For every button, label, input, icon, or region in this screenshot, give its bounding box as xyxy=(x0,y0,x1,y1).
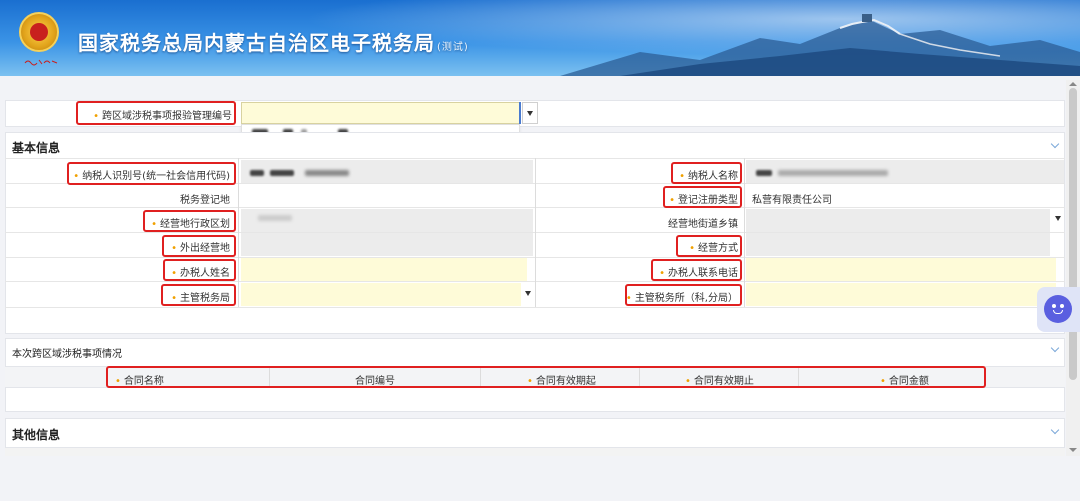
registration-number-highlight xyxy=(76,101,236,125)
site-subtitle: (测试) xyxy=(437,42,469,53)
emblem-signature xyxy=(24,58,58,66)
taxpayer-id-redacted xyxy=(250,170,264,176)
registration-number-input[interactable] xyxy=(241,102,520,124)
taxpayer-id-highlight xyxy=(67,162,236,185)
business-street-label: 经营地街道乡镇 xyxy=(668,219,738,230)
business-street-field[interactable] xyxy=(746,209,1050,232)
assistant-robot-icon[interactable] xyxy=(1037,287,1080,332)
business-mode-highlight xyxy=(676,235,742,257)
competent-tax-bureau-select[interactable] xyxy=(241,283,521,306)
input-caret xyxy=(519,102,521,124)
competent-tax-office-highlight xyxy=(625,284,742,306)
registration-type-value: 私营有限责任公司 xyxy=(752,195,832,206)
business-mode-field[interactable] xyxy=(746,233,1050,256)
registration-type-highlight xyxy=(663,186,742,208)
scroll-down-arrow-icon[interactable] xyxy=(1069,448,1077,452)
site-title-text: 国家税务总局内蒙古自治区电子税务局 xyxy=(78,31,435,55)
tax-registration-place-label: 税务登记地 xyxy=(180,195,230,206)
tax-handler-phone-highlight xyxy=(651,259,742,281)
other-info-title: 其他信息 xyxy=(12,428,61,442)
emblem-icon xyxy=(19,12,59,52)
scroll-up-arrow-icon[interactable] xyxy=(1069,82,1077,86)
other-info-card xyxy=(5,418,1065,448)
dropdown-arrow-icon[interactable] xyxy=(527,111,533,116)
business-district-highlight xyxy=(143,210,236,232)
tax-handler-name-highlight xyxy=(163,259,236,281)
site-title: 国家税务总局内蒙古自治区电子税务局 (测试) xyxy=(78,27,469,56)
outbound-business-place-highlight xyxy=(162,235,236,257)
business-district-redacted xyxy=(258,215,292,221)
page-scrollbar-thumb[interactable] xyxy=(1069,88,1077,380)
taxpayer-name-highlight xyxy=(671,162,742,184)
competent-tax-office-input[interactable] xyxy=(746,283,1056,306)
taxpayer-name-redacted xyxy=(756,170,772,176)
outbound-business-place-field[interactable] xyxy=(241,233,533,256)
site-banner: 国家税务总局内蒙古自治区电子税务局 (测试) xyxy=(0,0,1080,76)
dropdown-arrow-icon[interactable] xyxy=(525,291,531,296)
tax-handler-name-input[interactable] xyxy=(241,258,527,281)
tax-registration-place-field xyxy=(241,185,533,208)
contract-columns-highlight xyxy=(106,366,986,388)
competent-tax-bureau-highlight xyxy=(161,284,236,306)
tax-handler-phone-input[interactable] xyxy=(746,258,1056,281)
dropdown-arrow-icon[interactable] xyxy=(1055,216,1061,221)
other-info-fields-strip xyxy=(5,448,1065,456)
contract-section-title: 本次跨区域涉税事项情况 xyxy=(12,349,122,360)
basic-info-title: 基本信息 xyxy=(12,141,61,155)
